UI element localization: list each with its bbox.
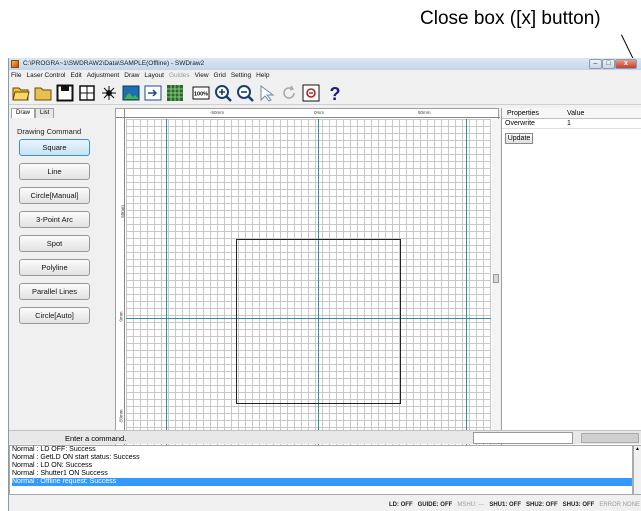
square-button[interactable]: Square	[19, 139, 90, 156]
parallel-lines-button[interactable]: Parallel Lines	[19, 283, 90, 300]
properties-header: Properties Value	[502, 108, 641, 119]
spot-button[interactable]: Spot	[19, 235, 90, 252]
menu-setting[interactable]: Setting	[231, 71, 251, 81]
command-prompt: Enter a command.	[65, 434, 127, 443]
message-log[interactable]: Normal : LD OFF: Success Normal : GetLD …	[9, 445, 633, 495]
command-execute-button[interactable]	[581, 433, 639, 443]
close-button[interactable]: x	[615, 59, 637, 69]
menu-grid[interactable]: Grid	[214, 71, 226, 81]
left-panel: Draw List Drawing Command Square Line Ci…	[9, 106, 123, 480]
grid-icon[interactable]	[166, 84, 184, 102]
ruler-top-label: -50mm	[210, 110, 225, 115]
zoom-100-label: 100%	[194, 92, 208, 98]
command-input[interactable]	[473, 432, 573, 444]
ruler-left-label: 50mm	[119, 205, 125, 218]
circle-auto-button[interactable]: Circle[Auto]	[19, 307, 90, 324]
zoom-fit-icon[interactable]	[302, 84, 320, 102]
menu-draw[interactable]: Draw	[124, 71, 139, 81]
status-shu1: SHU1: OFF	[489, 502, 521, 508]
scroll-thumb[interactable]	[493, 274, 499, 283]
log-line: Normal : Shutter1 ON Success	[12, 470, 108, 477]
log-line: Normal : GetLD ON start status: Success	[12, 454, 140, 461]
menu-adjustment[interactable]: Adjustment	[87, 71, 120, 81]
square-shape[interactable]	[236, 239, 401, 404]
menu-guides: Guides	[168, 72, 190, 79]
close-box-annotation: Close box ([x] button)	[420, 8, 601, 29]
app-window: C:\PROGRA~1\SWDRAW2\Data\SAMPLE(Offline)…	[8, 58, 641, 511]
crosshair-box-icon[interactable]	[78, 84, 96, 102]
tab-draw[interactable]: Draw	[11, 108, 36, 118]
drawing-area[interactable]	[126, 119, 491, 469]
zoom-out-icon[interactable]	[236, 84, 254, 102]
window-title: C:\PROGRA~1\SWDRAW2\Data\SAMPLE(Offline)…	[23, 60, 205, 67]
drawing-command-title: Drawing Command	[17, 127, 82, 136]
log-line: Normal : LD OFF: Success	[12, 446, 96, 453]
rotate-icon[interactable]	[280, 84, 298, 102]
burst-icon[interactable]	[100, 84, 118, 102]
minimize-button[interactable]: –	[589, 59, 602, 69]
help-label: ?	[330, 84, 341, 102]
log-line: Normal : LD ON: Success	[12, 462, 93, 469]
image-icon[interactable]	[122, 84, 140, 102]
status-shu2: SHU2: OFF	[525, 502, 558, 508]
pointer-icon[interactable]	[258, 84, 276, 102]
status-ld: LD: OFF	[388, 502, 413, 508]
vertical-ruler: 50mm 0mm -50mm	[116, 109, 125, 479]
status-shu3: SHU3: OFF	[562, 502, 595, 508]
menu-bar: File Laser Control Edit Adjustment Draw …	[9, 71, 641, 81]
menu-edit[interactable]: Edit	[71, 71, 82, 81]
properties-panel: Properties Value Overwrite 1 Update	[501, 108, 641, 478]
property-name: Overwrite	[505, 120, 535, 127]
log-line-selected: Normal : Offline request: Success	[12, 478, 632, 486]
export-icon[interactable]	[144, 84, 162, 102]
menu-help[interactable]: Help	[256, 71, 269, 81]
maximize-button[interactable]: □	[602, 59, 615, 69]
zoom-in-icon[interactable]	[214, 84, 232, 102]
status-mshu: MSHU: ---	[457, 502, 485, 508]
circle-manual-button[interactable]: Circle[Manual]	[19, 187, 90, 204]
open-folder-icon[interactable]	[12, 84, 30, 102]
menu-file[interactable]: File	[11, 71, 21, 81]
polyline-button[interactable]: Polyline	[19, 259, 90, 276]
horizontal-ruler: -50mm 0mm 50mm	[116, 109, 500, 118]
update-button[interactable]: Update	[505, 133, 533, 144]
value-column-header: Value	[567, 110, 585, 117]
ruler-top-label: 0mm	[314, 110, 324, 115]
guide-line-vertical	[166, 119, 167, 469]
toolbar: 100% ?	[9, 81, 641, 105]
three-point-arc-button[interactable]: 3-Point Arc	[19, 211, 90, 228]
property-row[interactable]: Overwrite 1	[502, 119, 641, 129]
folder-icon[interactable]	[34, 84, 52, 102]
menu-layout[interactable]: Layout	[144, 71, 164, 81]
panel-tabs: Draw List	[11, 108, 55, 118]
menu-view[interactable]: View	[195, 71, 209, 81]
title-bar: C:\PROGRA~1\SWDRAW2\Data\SAMPLE(Offline)…	[9, 58, 641, 70]
log-scrollbar[interactable]: ▲	[633, 445, 641, 495]
ruler-left-label: -50mm	[118, 409, 124, 424]
vertical-scrollbar[interactable]	[492, 119, 500, 469]
status-error: ERROR NONE	[599, 502, 640, 508]
line-button[interactable]: Line	[19, 163, 90, 180]
status-bar: LD: OFF GUIDE: OFF MSHU: --- SHU1: OFF S…	[9, 500, 641, 511]
property-value[interactable]: 1	[562, 119, 571, 128]
help-icon[interactable]: ?	[326, 84, 344, 102]
drawing-canvas[interactable]: -50mm 0mm 50mm 50mm 0mm -50mm	[115, 108, 500, 479]
command-bar: Enter a command.	[9, 430, 641, 444]
save-icon[interactable]	[56, 84, 74, 102]
status-guide: GUIDE: OFF	[417, 502, 453, 508]
ruler-top-label: 50mm	[418, 110, 431, 115]
tab-list[interactable]: List	[35, 108, 55, 118]
menu-laser-control[interactable]: Laser Control	[26, 71, 65, 81]
ruler-left-label: 0mm	[118, 311, 124, 322]
guide-line-vertical	[466, 119, 467, 469]
zoom-100-icon[interactable]: 100%	[192, 84, 210, 102]
app-icon	[11, 60, 19, 68]
properties-column-header: Properties	[507, 110, 539, 117]
